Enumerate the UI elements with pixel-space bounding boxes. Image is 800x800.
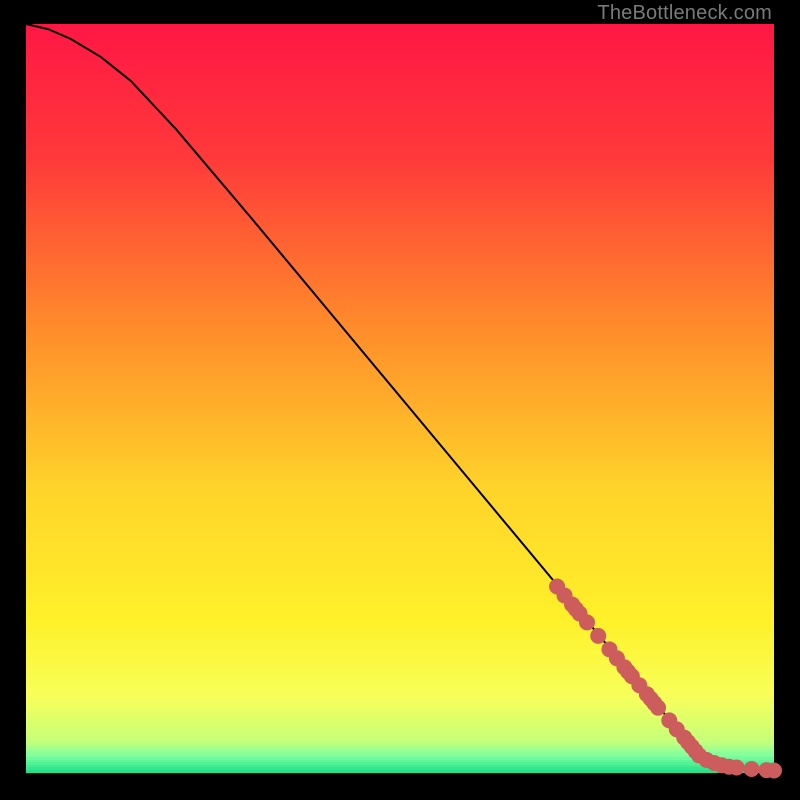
plot-area (26, 24, 774, 772)
bottleneck-curve (26, 24, 774, 771)
data-point (744, 761, 760, 777)
data-point (579, 614, 595, 630)
data-point (590, 628, 606, 644)
chart-svg (26, 24, 774, 772)
data-points (549, 579, 782, 779)
data-point (729, 760, 745, 776)
watermark-text: TheBottleneck.com (597, 2, 772, 25)
plot-inner (26, 24, 774, 772)
data-point (766, 763, 782, 779)
chart-frame: TheBottleneck.com (0, 0, 800, 800)
data-point (650, 700, 666, 716)
